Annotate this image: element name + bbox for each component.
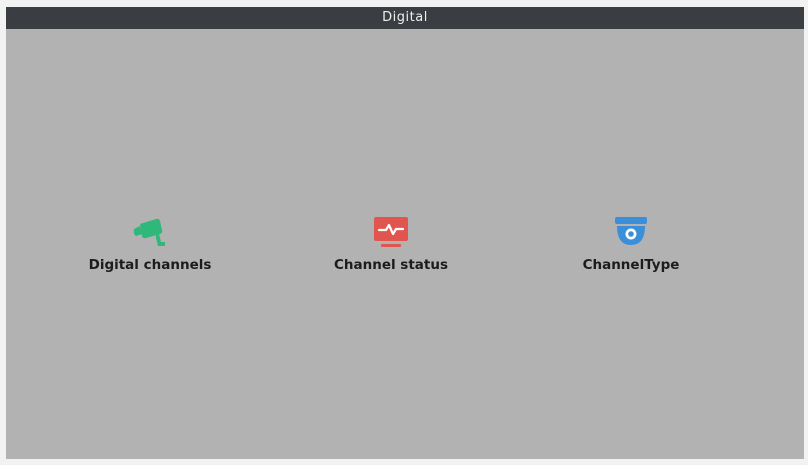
camera-icon xyxy=(130,215,170,249)
window-title: Digital xyxy=(6,7,804,29)
digital-channels-button[interactable]: Digital channels xyxy=(60,215,240,281)
channel-status-label: Channel status xyxy=(333,257,449,273)
digital-channels-label: Digital channels xyxy=(88,257,212,273)
dome-camera-icon xyxy=(611,215,651,249)
channel-type-button[interactable]: ChannelType xyxy=(541,215,721,281)
digital-menu-screen: Digital Digital channels Channel status … xyxy=(6,7,804,459)
channel-status-button[interactable]: Channel status xyxy=(301,215,481,281)
monitor-pulse-icon xyxy=(371,215,411,249)
channel-type-label: ChannelType xyxy=(582,257,680,273)
